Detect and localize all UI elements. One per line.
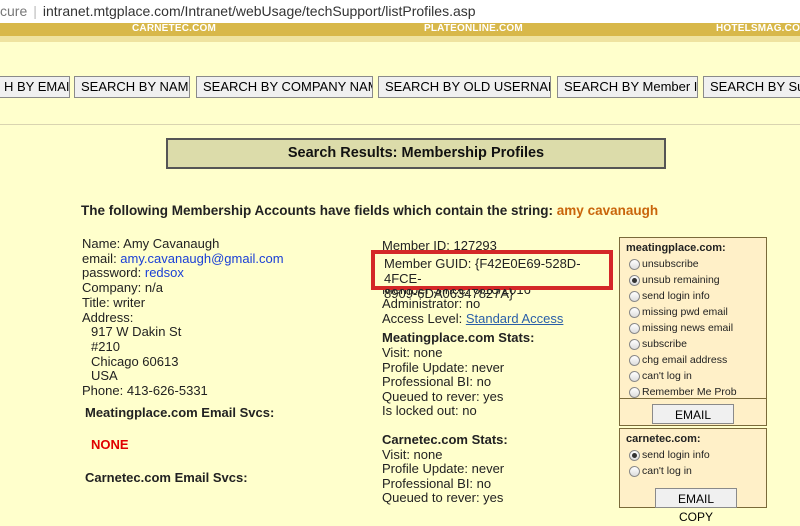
radio-subscribe[interactable]: subscribe xyxy=(626,336,766,352)
site-bar-divider xyxy=(0,36,800,42)
meatingplace-panel-heading: meatingplace.com: xyxy=(626,242,726,254)
search-by-subs-button[interactable]: SEARCH BY Subs xyxy=(703,76,800,98)
email-copy-button[interactable]: EMAIL COPY xyxy=(655,488,737,524)
radio-missing-pwd-email[interactable]: missing pwd email xyxy=(626,304,766,320)
search-buttons-row: H BY EMAIL SEARCH BY NAME SEARCH BY COMP… xyxy=(0,76,800,100)
radio-selected-icon[interactable] xyxy=(629,275,640,286)
radio-cant-log-in[interactable]: can't log in xyxy=(626,368,766,384)
site-link-plateonline[interactable]: PLATEONLINE.COM xyxy=(424,23,523,35)
profile-email-row: email: amy.cavanaugh@gmail.com xyxy=(82,250,352,267)
meatingplace-email-svcs-heading: Meatingplace.com Email Svcs: xyxy=(85,405,275,420)
url-text[interactable]: intranet.mtgplace.com/Intranet/webUsage/… xyxy=(43,3,476,19)
member-guid-highlight: Member GUID: {F42E0E69-528D-4FCE- 8909-6… xyxy=(371,250,613,301)
member-guid-line1: Member GUID: {F42E0E69-528D-4FCE- xyxy=(384,256,581,286)
carnetec-email-svcs-heading: Carnetec.com Email Svcs: xyxy=(85,470,248,485)
address-line: 917 W Dakin St xyxy=(91,324,182,340)
radio-icon[interactable] xyxy=(629,355,640,366)
member-guid-line2: 8909-6DA06347827A} xyxy=(384,286,514,301)
radio-icon[interactable] xyxy=(629,371,640,382)
profile-phone: Phone: 413-626-5331 xyxy=(82,383,208,399)
radio-label: subscribe xyxy=(642,338,687,350)
password-value: redsox xyxy=(144,265,184,281)
radio-label: chg email address xyxy=(642,354,728,366)
carnetec-email-panel: carnetec.com: send login info can't log … xyxy=(619,428,767,524)
meatingplace-email-panel: meatingplace.com: unsubscribe unsub rema… xyxy=(619,237,767,423)
access-level-label: Access Level: xyxy=(382,310,466,326)
search-by-old-username-button[interactable]: SEARCH BY OLD USERNAME xyxy=(378,76,551,98)
stat-line: Professional BI: no xyxy=(382,374,492,390)
radio-unsubscribe[interactable]: unsubscribe xyxy=(626,256,766,272)
radio-label: send login info xyxy=(642,290,710,302)
radio-icon[interactable] xyxy=(629,291,640,302)
radio-send-login-info[interactable]: send login info xyxy=(626,288,766,304)
profile-password-row: password: redsox xyxy=(82,266,352,281)
none-label: NONE xyxy=(91,437,129,452)
search-by-email-button[interactable]: H BY EMAIL xyxy=(0,76,70,98)
secure-label: cure xyxy=(0,3,28,19)
search-by-name-button[interactable]: SEARCH BY NAME xyxy=(74,76,190,98)
carnetec-stats-heading: Carnetec.com Stats: xyxy=(382,431,508,447)
radio-label: unsub remaining xyxy=(642,274,720,286)
radio-label: unsubscribe xyxy=(642,258,699,270)
address-bar[interactable]: cure | intranet.mtgplace.com/Intranet/webU… xyxy=(0,0,800,24)
search-by-company-name-button[interactable]: SEARCH BY COMPANY NAME xyxy=(196,76,373,98)
radio-icon[interactable] xyxy=(629,339,640,350)
radio-label: Remember Me Prob xyxy=(642,386,737,398)
stat-line: Profile Update: never xyxy=(382,359,505,375)
address-line: Chicago 60613 xyxy=(91,353,179,369)
stat-line: Visit: none xyxy=(382,344,443,360)
stat-line: Queued to rever: yes xyxy=(382,388,504,404)
address-line: #210 xyxy=(91,338,120,354)
site-link-carnetec[interactable]: CARNETEC.COM xyxy=(132,23,216,35)
radio-chg-email-address[interactable]: chg email address xyxy=(626,352,766,368)
stat-line: Visit: none xyxy=(382,446,443,462)
stat-line: Queued to rever: yes xyxy=(382,490,504,506)
meatingplace-stats-heading: Meatingplace.com Stats: xyxy=(382,330,535,346)
page-title: Search Results: Membership Profiles xyxy=(166,138,666,169)
site-link-hotelsmag[interactable]: HOTELSMAG.COM xyxy=(716,23,800,35)
address-line: USA xyxy=(91,368,118,384)
radio-icon[interactable] xyxy=(629,323,640,334)
email-label: email: xyxy=(82,250,121,266)
radio-icon[interactable] xyxy=(629,387,640,398)
radio-icon[interactable] xyxy=(629,259,640,270)
results-intro: The following Membership Accounts have f… xyxy=(81,203,658,218)
access-level-link[interactable]: Standard Access xyxy=(466,311,564,326)
meatingplace-panel-footer: EMAIL COPY xyxy=(619,398,767,440)
divider-line xyxy=(0,124,800,125)
radio-cant-log-in[interactable]: can't log in xyxy=(626,463,766,479)
radio-label: send login info xyxy=(642,449,710,461)
search-query: amy cavanaugh xyxy=(556,203,659,218)
search-by-member-id-button[interactable]: SEARCH BY Member ID xyxy=(557,76,698,98)
radio-label: can't log in xyxy=(642,465,692,477)
email-copy-button[interactable]: EMAIL COPY xyxy=(652,404,734,440)
radio-label: can't log in xyxy=(642,370,692,382)
radio-unsub-remaining[interactable]: unsub remaining xyxy=(626,272,766,288)
radio-icon[interactable] xyxy=(629,307,640,318)
stat-line: Is locked out: no xyxy=(382,403,477,419)
profile-details: Name: Amy Cavanaugh email: amy.cavanaugh… xyxy=(82,236,352,399)
profile-title: Title: writer xyxy=(82,294,146,310)
profile-name: Name: Amy Cavanaugh xyxy=(82,236,220,251)
access-level-row: Access Level: Standard Access xyxy=(382,310,612,327)
stat-line: Profile Update: never xyxy=(382,461,505,477)
password-label: password: xyxy=(82,265,145,281)
carnetec-panel-heading: carnetec.com: xyxy=(626,433,701,445)
radio-label: missing pwd email xyxy=(642,306,728,318)
address-separator: | xyxy=(33,3,37,19)
radio-missing-news-email[interactable]: missing news email xyxy=(626,320,766,336)
email-link[interactable]: amy.cavanaugh@gmail.com xyxy=(120,251,283,266)
site-links-bar: CARNETEC.COM PLATEONLINE.COM HOTELSMAG.C… xyxy=(0,23,800,36)
radio-label: missing news email xyxy=(642,322,734,334)
radio-selected-icon[interactable] xyxy=(629,450,640,461)
radio-icon[interactable] xyxy=(629,466,640,477)
address-label: Address: xyxy=(82,309,134,325)
profile-company: Company: n/a xyxy=(82,280,163,296)
intro-text: The following Membership Accounts have f… xyxy=(81,203,557,218)
stat-line: Professional BI: no xyxy=(382,475,492,491)
radio-send-login-info[interactable]: send login info xyxy=(626,447,766,463)
